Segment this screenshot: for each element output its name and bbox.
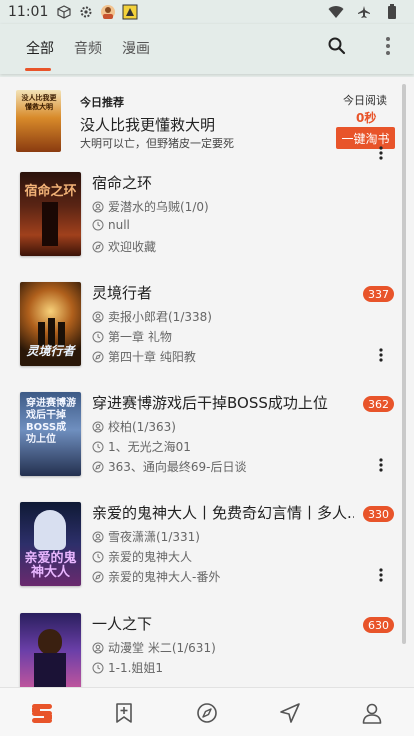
book-cover[interactable]: 宿命之环 [20, 172, 81, 256]
more-vertical-icon[interactable] [376, 34, 400, 58]
book-more-icon[interactable] [374, 144, 388, 162]
author-icon [92, 531, 104, 543]
status-bar: 11:01 [0, 0, 414, 24]
book-cover[interactable]: 穿进赛博游戏后干掉BOSS成功上位 [20, 392, 81, 476]
daily-recommendation[interactable]: 没人比我更懂救大明 今日推荐 没人比我更懂救大明 大明可以亡，但野猪皮一定要死 … [0, 77, 414, 155]
book-title: 亲爱的鬼神大人丨免费奇幻言情丨多人... [92, 504, 354, 522]
book-latest-read: 1-1.姐姐1 [108, 661, 164, 675]
book-author: 校柏(1/363) [108, 420, 176, 434]
search-icon[interactable] [325, 34, 349, 58]
book-author: 爱潜水的乌贼(1/0) [108, 200, 209, 214]
book-latest-read: null [108, 218, 130, 232]
bookshelf-icon[interactable] [29, 700, 55, 726]
compass-small-icon [92, 241, 104, 253]
book-item[interactable]: 灵境行者 灵境行者 337 卖报小郎君(1/338) 第一章 礼物 第四十章 纯… [0, 282, 414, 392]
bookmark-add-icon[interactable] [111, 700, 137, 726]
tab-indicator [25, 68, 51, 71]
compass-small-icon [92, 461, 104, 473]
book-item[interactable]: 亲爱的鬼神大人 亲爱的鬼神大人丨免费奇幻言情丨多人... 330 雪夜潇潇(1/… [0, 502, 414, 612]
book-item[interactable]: 宿命之环 宿命之环 爱潜水的乌贼(1/0) null 欢迎收藏 [0, 146, 414, 282]
book-more-icon[interactable] [374, 346, 388, 364]
book-item[interactable]: 穿进赛博游戏后干掉BOSS成功上位 穿进赛博游戏后干掉BOSS成功上位 362 … [0, 392, 414, 502]
avatar-icon [100, 4, 116, 20]
today-read-label: 今日阅读 [343, 94, 387, 107]
send-icon[interactable] [277, 700, 303, 726]
author-icon [92, 201, 104, 213]
airplane-icon [356, 4, 372, 20]
book-title: 穿进赛博游戏后干掉BOSS成功上位 [92, 394, 328, 412]
gear-icon [78, 4, 94, 20]
book-cover[interactable]: 灵境行者 [20, 282, 81, 366]
recommendation-label: 今日推荐 [80, 96, 124, 109]
clock-icon [92, 219, 104, 231]
game-icon [122, 4, 138, 20]
author-icon [92, 311, 104, 323]
tab-all[interactable]: 全部 [26, 38, 54, 58]
unread-badge: 330 [363, 506, 394, 522]
top-app-bar: 全部 音频 漫画 [0, 24, 414, 74]
book-latest-read: 1、无光之海01 [108, 440, 191, 454]
cube-icon [56, 4, 72, 20]
today-read-value: 0秒 [356, 111, 377, 125]
book-latest-chapter: 亲爱的鬼神大人-番外 [108, 570, 221, 584]
book-latest-chapter: 欢迎收藏 [108, 240, 157, 254]
compass-small-icon [92, 571, 104, 583]
battery-icon [384, 4, 400, 20]
book-title: 一人之下 [92, 615, 153, 633]
author-icon [92, 421, 104, 433]
book-more-icon[interactable] [374, 456, 388, 474]
book-author: 动漫堂 米二(1/631) [108, 641, 216, 655]
person-icon[interactable] [359, 700, 385, 726]
compass-icon[interactable] [194, 700, 220, 726]
clock-icon [92, 551, 104, 563]
book-cover[interactable] [20, 613, 81, 687]
book-latest-read: 亲爱的鬼神大人 [108, 550, 193, 564]
unread-badge: 630 [363, 617, 394, 633]
unread-badge: 337 [363, 286, 394, 302]
book-author: 雪夜潇潇(1/331) [108, 530, 200, 544]
recommendation-title[interactable]: 没人比我更懂救大明 [80, 114, 215, 135]
tab-comics[interactable]: 漫画 [122, 38, 150, 58]
book-latest-read: 第一章 礼物 [108, 330, 172, 344]
book-latest-chapter: 第四十章 纯阳教 [108, 350, 196, 364]
status-time: 11:01 [8, 4, 49, 20]
compass-small-icon [92, 351, 104, 363]
book-title: 宿命之环 [92, 174, 153, 192]
wifi-icon [328, 4, 344, 20]
book-title: 灵境行者 [92, 284, 153, 302]
book-more-icon[interactable] [374, 566, 388, 584]
clock-icon [92, 662, 104, 674]
book-item[interactable]: 一人之下 630 动漫堂 米二(1/631) 1-1.姐姐1 [0, 613, 414, 687]
bottom-navigation [0, 687, 414, 736]
clock-icon [92, 331, 104, 343]
author-icon [92, 642, 104, 654]
clock-icon [92, 441, 104, 453]
list-scrollbar[interactable] [402, 84, 406, 644]
book-author: 卖报小郎君(1/338) [108, 310, 212, 324]
book-cover[interactable]: 亲爱的鬼神大人 [20, 502, 81, 586]
book-latest-chapter: 363、通向最终69-后日谈 [108, 460, 247, 474]
tab-audio[interactable]: 音频 [74, 38, 102, 58]
unread-badge: 362 [363, 396, 394, 412]
bookshelf-list[interactable]: 没人比我更懂救大明 今日推荐 没人比我更懂救大明 大明可以亡，但野猪皮一定要死 … [0, 77, 414, 687]
recommendation-cover[interactable]: 没人比我更懂救大明 [16, 90, 61, 152]
recommendation-subtitle: 大明可以亡，但野猪皮一定要死 [80, 137, 234, 150]
